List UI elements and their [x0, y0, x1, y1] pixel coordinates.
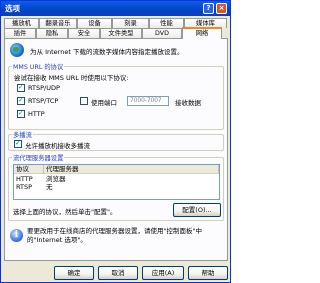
- apply-button[interactable]: 应用(A): [142, 266, 184, 280]
- tab-burn[interactable]: 刻录: [112, 18, 149, 28]
- column-header-protocol[interactable]: 协议: [14, 165, 44, 174]
- receive-data-label: 接收数据: [175, 99, 201, 107]
- tab-privacy[interactable]: 隐私: [36, 28, 68, 38]
- rtsp-tcp-checkbox[interactable]: [17, 96, 25, 105]
- row-protocol: RTSP: [16, 183, 33, 191]
- tab-devices[interactable]: 设备: [77, 18, 112, 28]
- proxy-instruction: 选择上面的协议，然后单击"配置"。: [13, 208, 117, 216]
- network-tab-panel: 为从 Internet 下载的流数字媒体内容指定播放设置。 MMS URL 的协…: [4, 38, 228, 261]
- window-title: 选项: [5, 4, 20, 13]
- tab-performance[interactable]: 性能: [149, 18, 184, 28]
- multicast-legend: 多播流: [12, 130, 33, 139]
- row-proxy-server: 无: [46, 183, 53, 191]
- options-dialog: 选项 ? × 播放机 翻录音乐 设备 刻录 性能 媒体库 插件 隐私 安全 文件…: [0, 0, 231, 283]
- info-text: 要更改用于在线商店的代理服务器设置，请使用"控制面板"中的"Internet 选…: [27, 227, 202, 244]
- protocols-legend: MMS URL 的协议: [12, 62, 65, 71]
- tab-file-types[interactable]: 文件类型: [100, 28, 142, 38]
- rtsp-tcp-label: RTSP/TCP: [28, 97, 59, 105]
- protocols-description: 尝试在接收 MMS URL 时使用以下协议:: [14, 74, 129, 82]
- intro-text: 为从 Internet 下载的流数字媒体内容指定播放设置。: [30, 48, 184, 56]
- tab-security[interactable]: 安全: [68, 28, 100, 38]
- allow-multicast-label: 允许播放机接收多播流: [25, 142, 90, 150]
- proxy-protocol-list[interactable]: 协议 代理服务器 HTTP 浏览器 RTSP 无: [13, 164, 220, 200]
- tab-dvd[interactable]: DVD: [142, 28, 182, 38]
- tab-plugins[interactable]: 插件: [4, 28, 36, 38]
- title-bar[interactable]: 选项 ? ×: [1, 1, 230, 16]
- use-ports-label: 使用端口: [91, 99, 117, 107]
- cancel-button[interactable]: 取消: [98, 266, 138, 280]
- ok-button[interactable]: 确定: [54, 266, 94, 280]
- row-protocol: HTTP: [16, 175, 33, 183]
- tab-rip-music[interactable]: 翻录音乐: [39, 18, 77, 28]
- ports-input[interactable]: 7000-7007: [127, 96, 169, 106]
- tab-network[interactable]: 网络: [182, 27, 222, 39]
- rtsp-udp-label: RTSP/UDP: [28, 84, 60, 92]
- tab-player[interactable]: 播放机: [4, 18, 39, 28]
- info-icon: i: [10, 229, 23, 242]
- help-button[interactable]: 帮助: [188, 266, 228, 280]
- http-label: HTTP: [28, 110, 45, 118]
- table-row[interactable]: RTSP 无: [15, 183, 218, 191]
- configure-button[interactable]: 配置(O)...: [173, 203, 221, 217]
- proxy-legend: 流代理服务器设置: [12, 153, 65, 162]
- use-ports-checkbox[interactable]: [80, 97, 88, 105]
- table-row[interactable]: HTTP 浏览器: [15, 175, 218, 183]
- http-checkbox[interactable]: [17, 109, 25, 118]
- rtsp-udp-checkbox[interactable]: [17, 83, 25, 92]
- column-header-proxy-server[interactable]: 代理服务器: [44, 165, 219, 174]
- network-globe-icon: [10, 43, 24, 57]
- close-button[interactable]: ×: [216, 3, 227, 14]
- row-proxy-server: 浏览器: [46, 175, 66, 183]
- help-title-button[interactable]: ?: [203, 3, 214, 14]
- allow-multicast-checkbox[interactable]: [14, 139, 22, 148]
